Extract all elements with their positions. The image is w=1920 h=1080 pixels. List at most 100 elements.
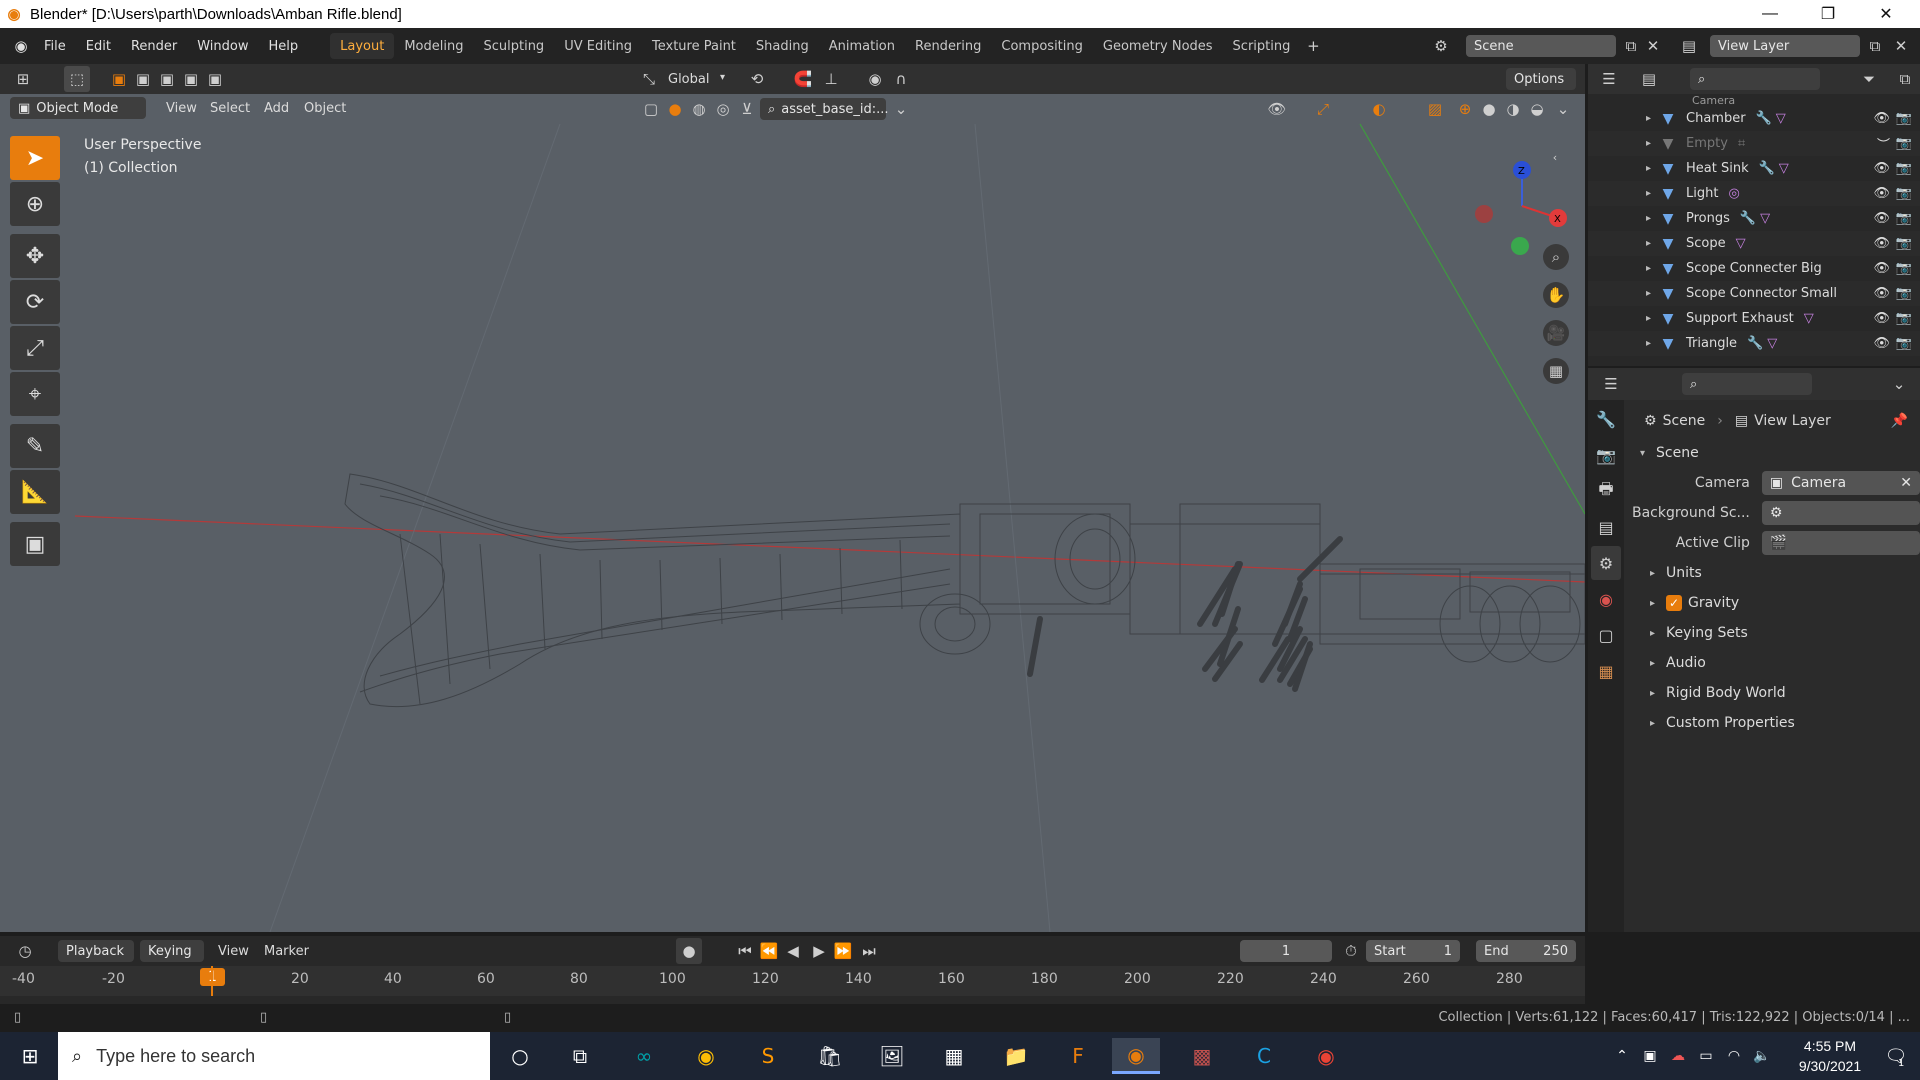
render-icon[interactable]: 📷 (1896, 336, 1912, 351)
minimize-button[interactable]: — (1742, 0, 1798, 28)
eye-hidden-icon[interactable]: ︶ (1877, 134, 1890, 153)
scale-tool-icon[interactable]: ⤢ (10, 326, 60, 370)
menu-window[interactable]: Window (187, 28, 258, 64)
render-icon[interactable]: 📷 (1896, 286, 1912, 301)
list-item[interactable]: ▸ ▼ Empty ⌗ ︶ 📷 (1588, 131, 1920, 156)
tab-geometry-nodes[interactable]: Geometry Nodes (1093, 33, 1223, 59)
end-frame-field[interactable]: End 250 (1476, 940, 1576, 962)
calculator-icon[interactable]: ▦ (930, 1038, 978, 1074)
list-item[interactable]: ▸ ▼ Prongs 🔧 ▽ 👁 📷 (1588, 206, 1920, 231)
properties-editor-icon[interactable]: ☰ (1598, 371, 1624, 397)
list-item[interactable]: ▸ ▼ Scope ▽ 👁 📷 (1588, 231, 1920, 256)
app-c-icon[interactable]: C (1240, 1038, 1288, 1074)
panel-scene[interactable]: ▾ Scene (1636, 438, 1920, 468)
eye-icon[interactable]: 👁 (1873, 111, 1890, 126)
render-tab-icon[interactable]: 📷 (1591, 438, 1621, 472)
menu-render[interactable]: Render (121, 28, 187, 64)
view-layer-field[interactable]: View Layer (1710, 35, 1860, 57)
move-tool-icon[interactable]: ✥ (10, 234, 60, 278)
playback-menu[interactable]: Playback (58, 940, 134, 962)
timeline-editor-icon[interactable]: ◷ (12, 938, 38, 964)
tab-rendering[interactable]: Rendering (905, 33, 991, 59)
list-item[interactable]: ▸ ▼ Scope Connecter Big 👁 📷 (1588, 256, 1920, 281)
menu-help[interactable]: Help (259, 28, 309, 64)
outliner[interactable]: ☰ ▤ ⌕ ⏷ ⧉ Camera ▸ ▼ Chamber 🔧 ▽ 👁 📷 ▸ ▼ Empty ⌗ ︶… (1588, 64, 1920, 366)
transform-tool-icon[interactable]: ⌖ (10, 372, 60, 416)
list-item[interactable]: ▸ ▼ Heat Sink 🔧 ▽ 👁 📷 (1588, 156, 1920, 181)
render-icon[interactable]: 📷 (1896, 211, 1912, 226)
properties-search-field[interactable]: ⌕ (1682, 373, 1812, 395)
tray-chevron-icon[interactable]: ⌃ (1610, 1038, 1634, 1074)
new-collection-icon[interactable]: ⧉ (1892, 66, 1918, 92)
task-view-icon[interactable]: ⧉ (556, 1038, 604, 1074)
select-tool-icon[interactable]: ➤ (10, 136, 60, 180)
store-icon[interactable]: 🛍 (806, 1038, 854, 1074)
sidebar-toggle-icon[interactable]: ‹ (1542, 144, 1568, 170)
pin-icon[interactable]: 📌 (1891, 413, 1908, 429)
clear-icon[interactable]: ✕ (1900, 475, 1912, 491)
annotate-tool-icon[interactable]: ✎ (10, 424, 60, 468)
preview-range-icon[interactable]: ⏱ (1338, 938, 1364, 964)
menu-edit[interactable]: Edit (76, 28, 121, 64)
start-frame-field[interactable]: Start 1 (1366, 940, 1460, 962)
play-reverse-icon[interactable]: ◀ (780, 938, 806, 964)
cursor-tool-icon[interactable]: ⊕ (10, 182, 60, 226)
gravity-checkbox[interactable]: ✓ (1666, 595, 1682, 611)
3d-viewport[interactable]: ⊞ ⬚ ▣ ▣ ▣ ▣ ▣ ⤡ Global ▾ ⟲ 🧲 ⊥ ◉ ∩ Optio… (0, 64, 1585, 932)
render-icon[interactable]: 📷 (1896, 186, 1912, 201)
blender-taskbar-icon[interactable]: ◉ (1112, 1038, 1160, 1074)
chrome-icon[interactable]: ◉ (682, 1038, 730, 1074)
eye-icon[interactable]: 👁 (1873, 161, 1890, 176)
add-cube-tool-icon[interactable]: ▣ (10, 522, 60, 566)
camera-view-icon[interactable]: 🎥 (1543, 320, 1569, 346)
camera-field[interactable]: ▣ Camera ✕ (1761, 471, 1920, 495)
meet-now-icon[interactable]: ▣ (1638, 1038, 1662, 1074)
collection-tab-icon[interactable]: ▢ (1591, 618, 1621, 652)
tab-compositing[interactable]: Compositing (991, 33, 1093, 59)
next-keyframe-icon[interactable]: ⏩ (830, 938, 856, 964)
current-frame-field[interactable]: 1 (1240, 940, 1332, 962)
texture-tab-icon[interactable]: ▦ (1591, 654, 1621, 688)
keying-menu[interactable]: Keying (140, 940, 204, 962)
tab-animation[interactable]: Animation (819, 33, 905, 59)
display-mode-icon[interactable]: ▤ (1636, 66, 1662, 92)
battery-icon[interactable]: ▭ (1694, 1038, 1718, 1074)
zoom-icon[interactable]: ⌕ (1543, 244, 1569, 270)
timeline-menu-view[interactable]: View (210, 939, 257, 963)
tab-texture-paint[interactable]: Texture Paint (642, 33, 746, 59)
active-clip-field[interactable]: 🎬 (1761, 531, 1920, 555)
rotate-tool-icon[interactable]: ⟳ (10, 280, 60, 324)
photos-icon[interactable]: 🖼 (868, 1038, 916, 1074)
tool-tab-icon[interactable]: 🔧 (1591, 402, 1621, 436)
render-icon[interactable]: 📷 (1896, 111, 1912, 126)
panel-keying-sets[interactable]: ▸ Keying Sets (1636, 618, 1920, 648)
tab-scripting[interactable]: Scripting (1223, 33, 1301, 59)
jump-end-icon[interactable]: ⏭ (856, 938, 882, 964)
render-icon[interactable]: 📷 (1896, 261, 1912, 276)
tab-layout[interactable]: Layout (330, 33, 395, 59)
play-icon[interactable]: ▶ (806, 938, 832, 964)
restore-button[interactable]: ❐ (1800, 0, 1856, 28)
record-icon[interactable]: ● (676, 938, 702, 964)
eye-icon[interactable]: 👁 (1873, 286, 1890, 301)
add-workspace-icon[interactable]: + (1300, 33, 1326, 59)
cortana-icon[interactable]: ○ (496, 1038, 544, 1074)
sublime-icon[interactable]: S (744, 1038, 792, 1074)
windows-start-icon[interactable]: ⊞ (6, 1038, 54, 1074)
notification-center-icon[interactable]: 🗨 (1874, 1038, 1918, 1074)
new-view-layer-icon[interactable]: ⧉ (1862, 33, 1888, 59)
timeline-menu-marker[interactable]: Marker (256, 939, 317, 963)
list-item[interactable]: ▸ ▼ Scope Connector Small 👁 📷 (1588, 281, 1920, 306)
perspective-toggle-icon[interactable]: ▦ (1543, 358, 1569, 384)
render-icon[interactable]: 📷 (1896, 136, 1912, 151)
remove-view-layer-icon[interactable]: ✕ (1888, 33, 1914, 59)
outliner-editor-icon[interactable]: ☰ (1596, 66, 1622, 92)
frame-ruler[interactable]: -40 -20 1 20 40 60 80 100 120 140 160 18… (0, 966, 1585, 996)
properties-options-icon[interactable]: ⌄ (1886, 371, 1912, 397)
eye-icon[interactable]: 👁 (1873, 311, 1890, 326)
list-item[interactable]: ▸ ▼ Support Exhaust ▽ 👁 📷 (1588, 306, 1920, 331)
measure-tool-icon[interactable]: 📐 (10, 470, 60, 514)
chrome-profile-icon[interactable]: ◉ (1302, 1038, 1350, 1074)
outliner-search-field[interactable]: ⌕ (1690, 68, 1820, 90)
output-tab-icon[interactable]: 🖶 (1591, 474, 1621, 508)
